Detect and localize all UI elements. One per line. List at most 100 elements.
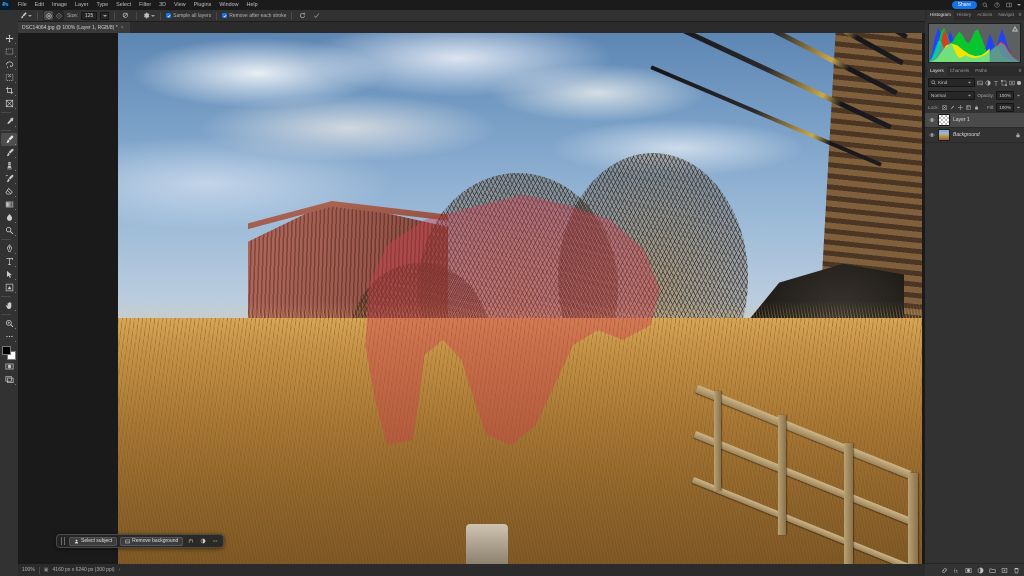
size-dropdown-button[interactable] (100, 11, 110, 20)
lasso-tool[interactable] (1, 58, 17, 71)
tab-navigat[interactable]: Navigat (995, 10, 1017, 20)
new-layer-icon[interactable] (1001, 567, 1008, 574)
rectangular-marquee-tool[interactable] (1, 45, 17, 58)
menu-item-window[interactable]: Window (215, 0, 242, 10)
opacity-chevron-icon[interactable] (1016, 93, 1021, 98)
menu-item-type[interactable]: Type (92, 0, 112, 10)
search-icon[interactable] (981, 1, 989, 9)
edit-toolbar-tool[interactable] (1, 330, 17, 343)
tab-paths[interactable]: Paths (972, 66, 990, 76)
layer-thumbnail[interactable] (938, 114, 950, 126)
tab-arrange-icon[interactable]: ‹› (2, 2, 6, 8)
lock-position-icon[interactable] (958, 105, 963, 110)
tab-actions[interactable]: Actions (974, 10, 995, 20)
eyedropper-tool[interactable] (1, 115, 17, 128)
sample-all-layers-checkbox[interactable]: Sample all layers (166, 13, 211, 19)
tab-channels[interactable]: Channels (947, 66, 972, 76)
document-tab[interactable]: DSC14064.jpg @ 100% (Layer 1, RGB/8) * × (18, 22, 130, 33)
adjustment-layer-icon[interactable] (985, 80, 991, 86)
frame-tool[interactable] (1, 97, 17, 110)
layer-row[interactable]: Background (925, 128, 1024, 143)
lock-all-icon[interactable] (974, 105, 979, 110)
blur-tool[interactable] (1, 211, 17, 224)
lock-image-icon[interactable] (950, 105, 955, 110)
layers-panel-menu-icon[interactable]: ≡ (1019, 68, 1022, 74)
chevron-down-icon[interactable] (967, 93, 972, 98)
brush-preset-chevron-icon[interactable] (27, 14, 32, 17)
gear-icon[interactable] (142, 10, 155, 21)
remove-background-button[interactable]: Remove background (120, 536, 184, 546)
hand-tool[interactable] (1, 299, 17, 312)
size-input[interactable]: 125 (81, 11, 98, 20)
reset-icon[interactable] (297, 10, 308, 21)
status-expand-icon[interactable]: › (119, 567, 121, 573)
screen-mode-button[interactable] (1, 373, 17, 386)
delete-layer-icon[interactable] (1013, 567, 1020, 574)
history-brush-tool[interactable] (1, 172, 17, 185)
chevron-down-icon[interactable] (1017, 4, 1021, 6)
dodge-tool[interactable] (1, 224, 17, 237)
fill-chevron-icon[interactable] (1016, 105, 1021, 110)
quick-mask-mode-button[interactable] (1, 360, 17, 373)
menu-item-help[interactable]: Help (243, 0, 262, 10)
add-mask-icon[interactable] (965, 567, 972, 574)
tab-layers[interactable]: Layers (927, 66, 947, 76)
mode-add-to-selection-button[interactable] (44, 11, 53, 20)
new-group-icon[interactable] (989, 567, 996, 574)
mask-icon[interactable] (198, 537, 207, 546)
mode-subtract-from-selection-button[interactable] (54, 11, 63, 20)
layer-visibility-icon[interactable] (928, 117, 935, 124)
contextual-task-bar[interactable]: Select subject Remove background (56, 534, 225, 548)
menu-item-select[interactable]: Select (112, 0, 135, 10)
layer-style-icon[interactable]: fx (953, 567, 960, 574)
eraser-tool[interactable] (1, 185, 17, 198)
transform-icon[interactable] (186, 537, 195, 546)
menu-item-3d[interactable]: 3D (155, 0, 170, 10)
share-button[interactable]: Share (951, 1, 977, 9)
tab-histogram[interactable]: Histogram (927, 10, 954, 20)
menu-item-plugins[interactable]: Plugins (190, 0, 216, 10)
menu-item-view[interactable]: View (170, 0, 190, 10)
gear-chevron-icon[interactable] (150, 14, 155, 17)
blend-mode-select[interactable]: Normal (928, 91, 976, 100)
lock-artboard-icon[interactable] (966, 105, 971, 110)
adjustment-layer-icon[interactable] (977, 567, 984, 574)
select-subject-button[interactable]: Select subject (69, 536, 118, 546)
layer-row[interactable]: Layer 1 (925, 113, 1024, 128)
layer-thumbnail[interactable] (938, 129, 950, 141)
type-layer-icon[interactable] (993, 80, 999, 86)
menu-item-file[interactable]: File (14, 0, 31, 10)
menu-item-filter[interactable]: Filter (135, 0, 155, 10)
opacity-input[interactable]: 100% (996, 91, 1014, 100)
menu-item-layer[interactable]: Layer (71, 0, 93, 10)
workspace-icon[interactable] (1005, 1, 1013, 9)
help-icon[interactable] (993, 1, 1001, 9)
foreground-color-swatch[interactable] (2, 346, 11, 355)
more-options-icon[interactable] (210, 537, 219, 546)
lock-transparency-icon[interactable] (942, 105, 947, 110)
gradient-tool[interactable] (1, 198, 17, 211)
status-zoom-level[interactable]: 100% (22, 567, 35, 573)
path-selection-tool[interactable] (1, 268, 17, 281)
object-selection-tool[interactable] (1, 71, 17, 84)
task-bar-drag-handle[interactable] (61, 537, 65, 545)
menu-item-image[interactable]: Image (48, 0, 71, 10)
remove-after-stroke-checkbox[interactable]: Remove after each stroke (222, 13, 286, 19)
close-icon[interactable]: × (121, 25, 124, 31)
layer-visibility-icon[interactable] (928, 132, 935, 139)
type-tool[interactable] (1, 255, 17, 268)
document-image[interactable] (118, 33, 922, 564)
fill-input[interactable]: 100% (996, 103, 1014, 112)
histogram-warning-icon[interactable] (1012, 26, 1018, 32)
brush-settings-icon[interactable] (120, 10, 131, 21)
shape-tool[interactable] (1, 281, 17, 294)
tab-history[interactable]: History (954, 10, 974, 20)
crop-tool[interactable] (1, 84, 17, 97)
smart-object-icon[interactable] (1009, 80, 1015, 86)
shape-layer-icon[interactable] (1001, 79, 1007, 86)
brush-preset-icon[interactable] (19, 10, 32, 21)
move-tool[interactable] (1, 32, 17, 45)
canvas-area[interactable]: Select subject Remove background (18, 33, 925, 564)
panel-menu-icon[interactable]: ≡ (1019, 12, 1022, 18)
color-swatches[interactable] (2, 346, 16, 360)
